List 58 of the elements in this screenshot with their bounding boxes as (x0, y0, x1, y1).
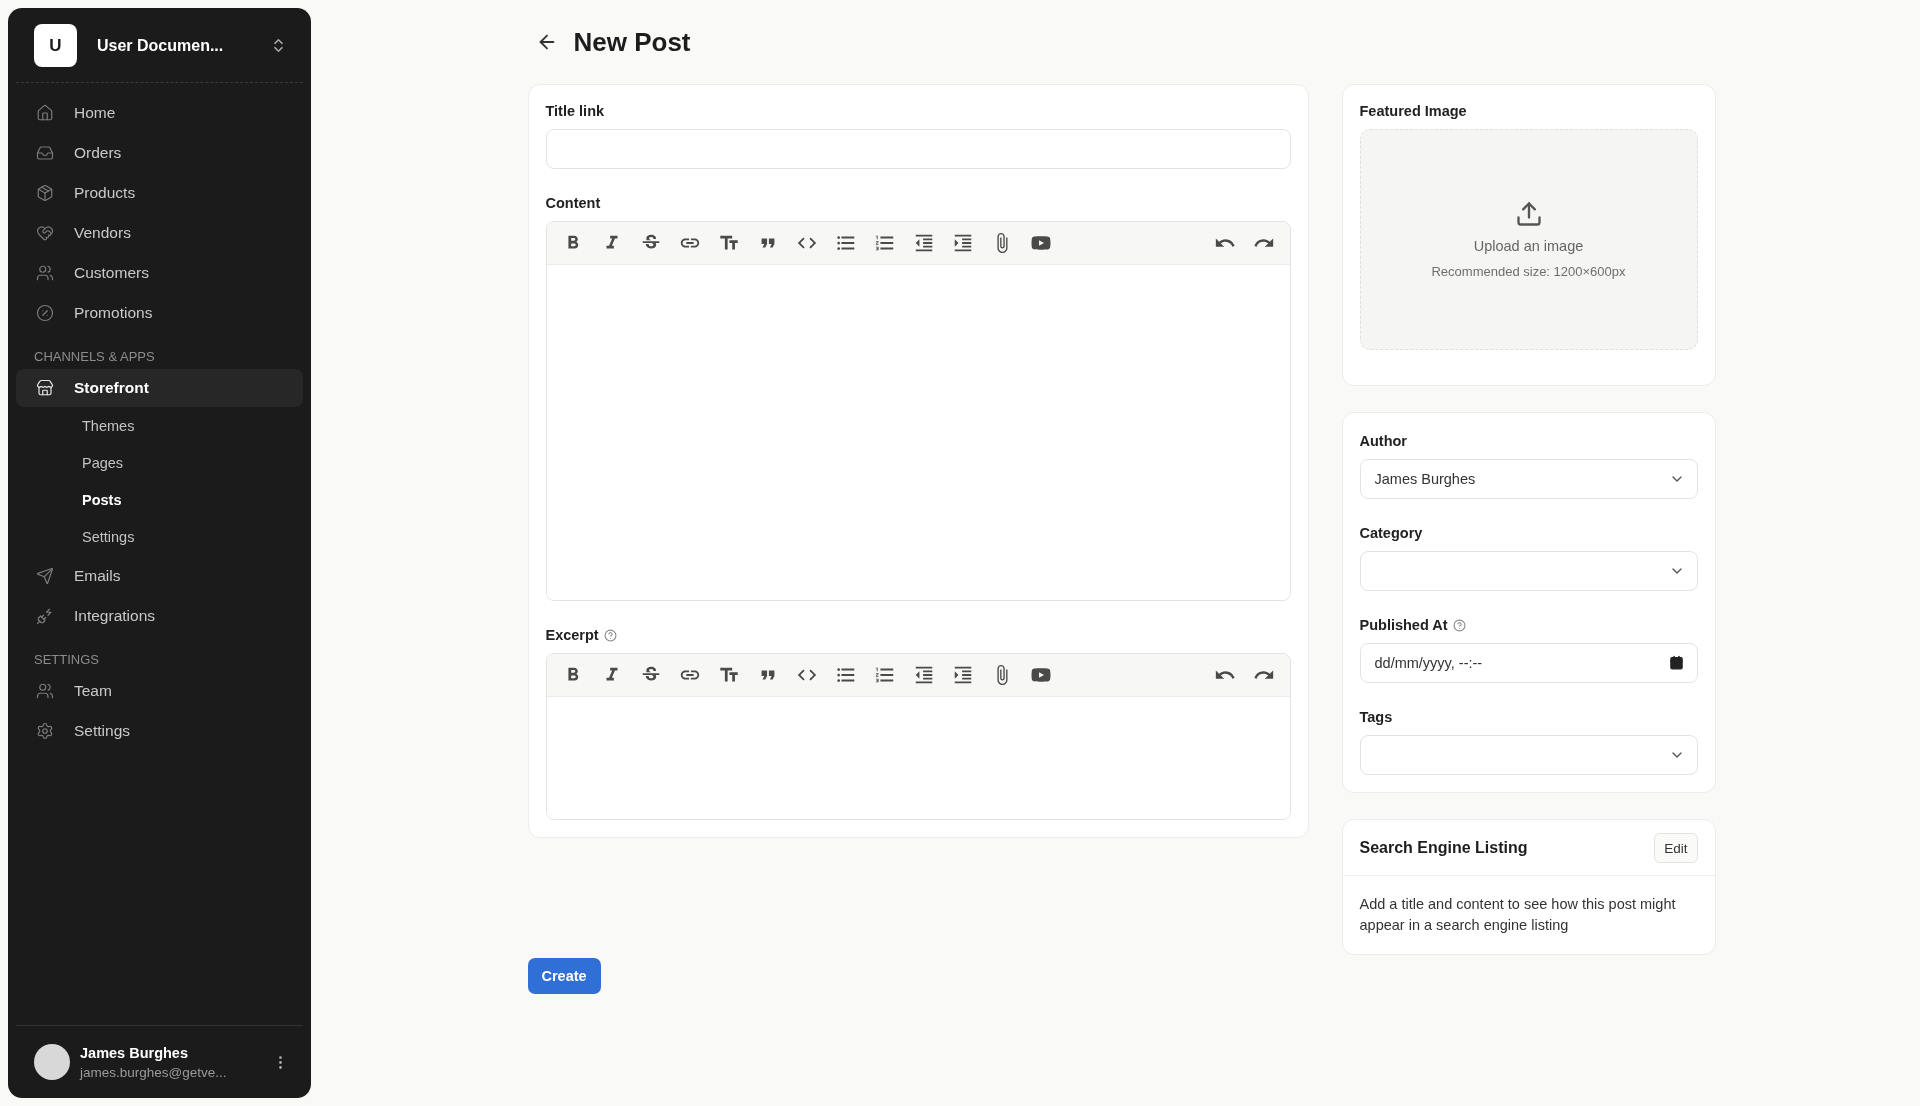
section-heading: SETTINGS (33, 652, 100, 667)
nav-item[interactable]: Storefront (16, 369, 303, 407)
field-label: Category (1359, 525, 1423, 541)
upload-text: Upload an image (1473, 238, 1584, 254)
card-title: Featured Image (1359, 103, 1468, 119)
nav-item[interactable]: Customers (16, 254, 303, 292)
nav-subitem[interactable]: Pages (16, 445, 124, 482)
select-field[interactable] (1359, 551, 1698, 591)
card-title: Search Engine Listing (1359, 839, 1528, 857)
seo-description: Add a title and content to see how this post might appear in a search engine listing (1358, 895, 1677, 935)
upload-dropzone[interactable]: Upload an image Recommended size: 1200×600px (1359, 129, 1698, 350)
upload-icon (1514, 200, 1543, 228)
section-heading: CHANNELS & APPS (33, 349, 156, 364)
create-button[interactable]: Create (527, 958, 601, 994)
inbox-icon (36, 144, 54, 162)
nav-subitem[interactable]: Settings (16, 519, 135, 556)
nav-item[interactable]: Home (16, 94, 303, 132)
field-label: Author (1359, 433, 1407, 449)
nav-item[interactable]: Emails (16, 557, 303, 595)
title-input[interactable] (545, 129, 1291, 169)
select-field[interactable] (1359, 735, 1698, 775)
nav-item[interactable]: Products (16, 174, 303, 212)
field-label: Excerpt (545, 627, 599, 643)
help-icon[interactable] (1452, 618, 1466, 632)
nav-item[interactable]: Orders (16, 134, 303, 172)
user-email: james.burghes@getve... (80, 1064, 228, 1080)
nav-item[interactable]: Integrations (16, 597, 303, 635)
field-label: Published At (1359, 617, 1448, 633)
handshake-icon (36, 224, 54, 242)
workspace-logo: U (34, 24, 77, 67)
field-label: Content (545, 195, 602, 211)
field-label: Title link (545, 103, 606, 119)
user-name: James Burghes (80, 1044, 189, 1061)
nav-item[interactable]: Settings (16, 712, 303, 750)
percent-icon (36, 304, 54, 322)
field-label: Tags (1359, 709, 1393, 725)
settings-icon (36, 722, 54, 740)
nav-item[interactable]: Vendors (16, 214, 303, 252)
store-icon (36, 379, 54, 397)
home-icon (36, 104, 54, 122)
edit-button[interactable]: Edit (1654, 833, 1698, 863)
nav-item[interactable]: Team (16, 672, 303, 710)
nav-item[interactable]: Promotions (16, 294, 303, 332)
workspace-name: User Documen... (97, 36, 225, 55)
nav-subitem[interactable]: Posts (16, 482, 122, 519)
page-title: New Post (573, 26, 691, 58)
people-icon (36, 682, 54, 700)
send-icon (36, 567, 54, 585)
date-field[interactable]: dd/mm/yyyy, --:-- (1359, 643, 1698, 683)
plug-icon (36, 607, 54, 625)
avatar (34, 1044, 70, 1080)
calendar-icon[interactable] (1668, 655, 1684, 670)
select-field[interactable]: James Burghes (1359, 459, 1698, 499)
package-icon (36, 184, 54, 202)
people-icon (36, 264, 54, 282)
upload-hint: Recommended size: 1200×600px (1431, 264, 1626, 279)
help-icon[interactable] (603, 628, 617, 642)
nav-subitem[interactable]: Themes (16, 408, 135, 445)
